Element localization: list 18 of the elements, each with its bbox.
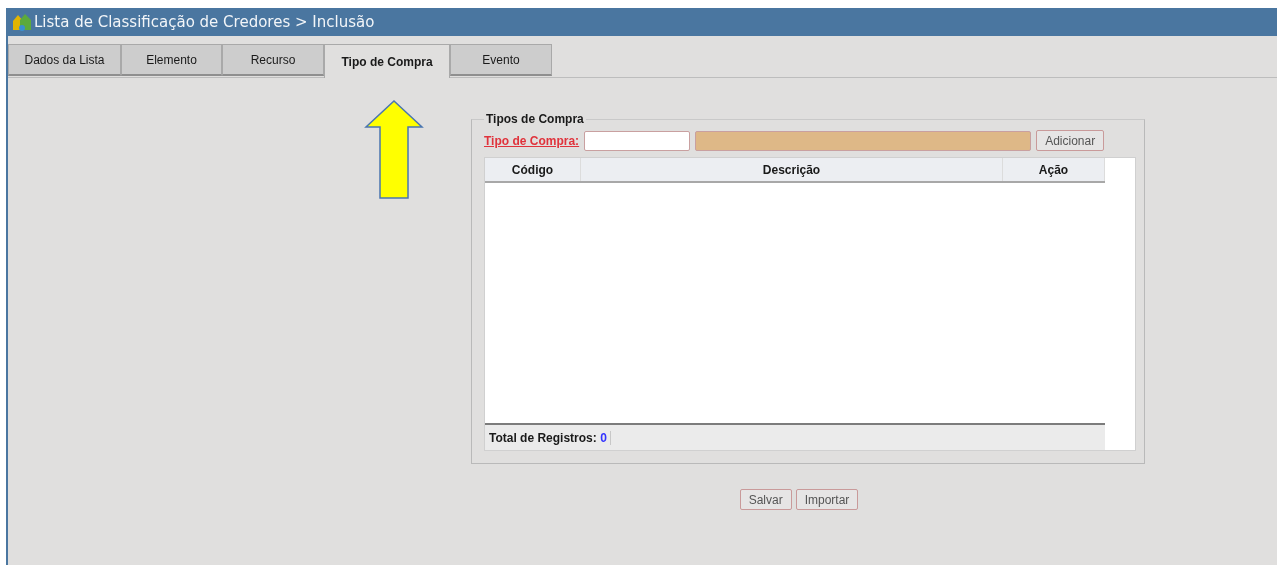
tab[interactable]: Dados da Lista bbox=[8, 44, 121, 76]
column-header: Descrição bbox=[581, 158, 1003, 181]
column-header: Código bbox=[485, 158, 581, 181]
total-records-text: Total de Registros: 0 bbox=[489, 430, 611, 445]
tab[interactable]: Evento bbox=[450, 44, 552, 76]
action-button[interactable]: Salvar bbox=[739, 489, 792, 510]
tab[interactable]: Elemento bbox=[121, 44, 222, 76]
panel-legend: Tipos de Compra bbox=[484, 112, 586, 126]
houses-icon bbox=[12, 12, 32, 32]
add-button[interactable]: Adicionar bbox=[1036, 130, 1105, 151]
code-input-field[interactable] bbox=[584, 130, 691, 151]
tab[interactable]: Recurso bbox=[222, 44, 324, 76]
up-arrow-icon bbox=[364, 100, 424, 199]
tab[interactable]: Tipo de Compra bbox=[324, 44, 450, 78]
column-header: Ação bbox=[1003, 158, 1105, 181]
window-title: Lista de Classificação de Credores > Inclusão bbox=[34, 13, 375, 31]
action-button[interactable]: Importar bbox=[795, 489, 859, 510]
field-label: Tipo de Compra: bbox=[484, 133, 580, 148]
